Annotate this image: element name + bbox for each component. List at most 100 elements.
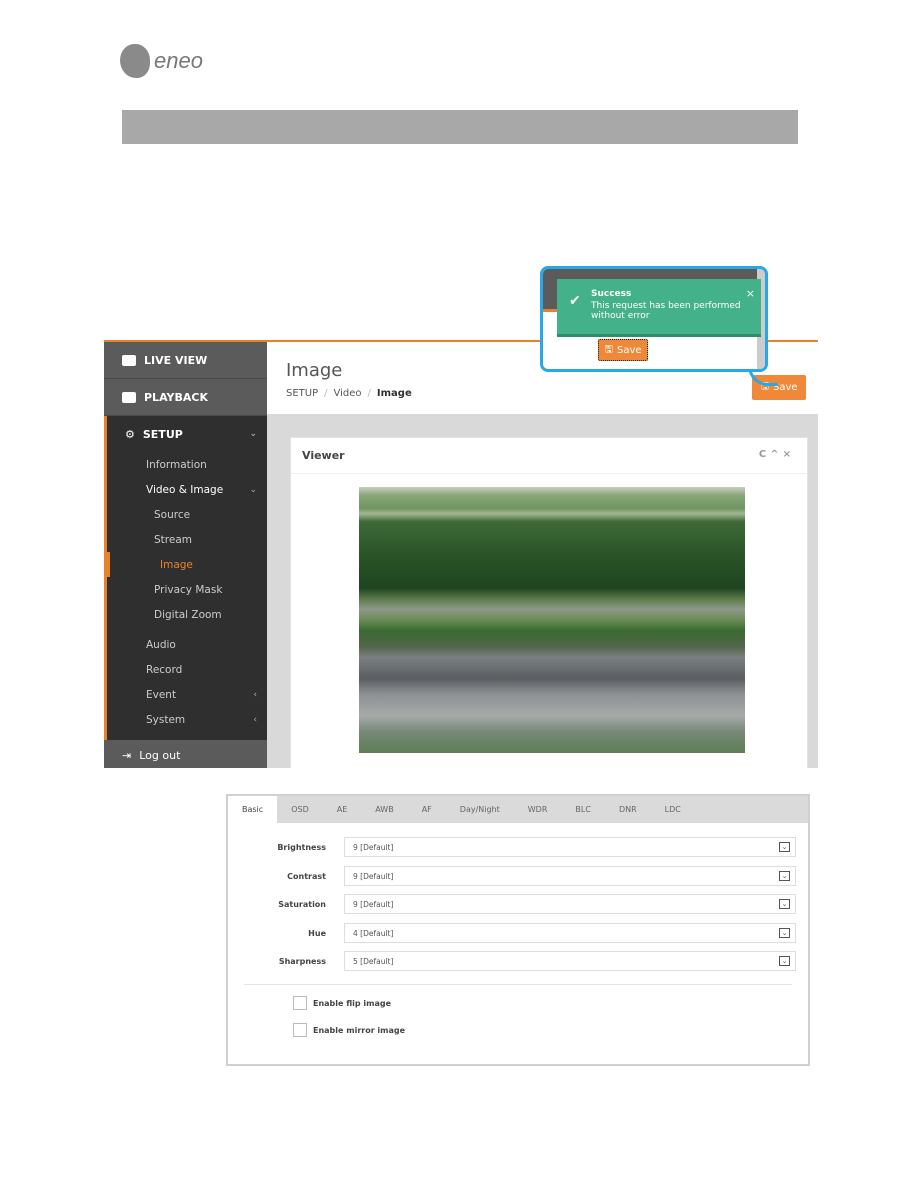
sidebar-item-record[interactable]: Record [107,657,267,682]
camera-image [359,487,745,753]
eneo-logo: eneo [120,44,203,78]
film-icon [122,391,136,403]
label: SETUP [142,427,183,441]
field-label: Saturation [278,899,326,909]
value: 4 [Default] [353,929,394,938]
value: 9 [Default] [353,872,394,881]
sidebar-item-information[interactable]: Information [107,452,267,477]
viewer-title: Viewer [302,449,345,462]
tab-ae[interactable]: AE [323,796,362,823]
tab-ldc[interactable]: LDC [651,796,695,823]
logout-button[interactable]: ⇥ Log out [104,740,267,768]
brightness-select[interactable]: 9 [Default] ⌄ [344,837,796,857]
chevron-down-icon: ⌄ [779,842,790,852]
sidebar-item-source[interactable]: Source [107,502,267,527]
breadcrumb-video[interactable]: Video [334,388,362,399]
tab-osd[interactable]: OSD [277,796,323,823]
label: Video & Image [146,483,224,496]
tab-blc[interactable]: BLC [561,796,605,823]
mirror-image-checkbox[interactable]: Enable mirror image [293,1023,405,1037]
chevron-left-icon: ‹ [253,689,257,700]
sidebar-item-video-image[interactable]: Video & Image ⌄ [107,477,267,502]
toast-message: This request has been performed without … [591,301,741,321]
checkbox[interactable] [293,996,307,1010]
gears-icon: ⚙ [125,427,135,441]
main-content: Image SETUP / Video / Image 🖫 Save Viewer C^× [267,342,818,768]
flip-image-checkbox[interactable]: Enable flip image [293,996,391,1010]
success-toast: ✔ Success This request has been performe… [557,279,761,337]
chevron-down-icon: ⌄ [249,484,257,495]
chevron-down-icon: ⌄ [779,871,790,881]
save-button-focused[interactable]: 🖫 Save [598,339,648,361]
chevron-down-icon: ⌄ [779,956,790,966]
contrast-select[interactable]: 9 [Default] ⌄ [344,866,796,886]
label: Save [616,344,642,356]
value: 9 [Default] [353,900,394,909]
refresh-icon[interactable]: C [759,449,770,460]
tab-bar: Basic OSD AE AWB AF Day/Night WDR BLC DN… [228,796,808,823]
breadcrumb-image: Image [376,388,412,399]
hue-select[interactable]: 4 [Default] ⌄ [344,923,796,943]
tab-basic[interactable]: Basic [228,796,278,823]
breadcrumb-setup[interactable]: SETUP [286,388,318,399]
callout-zoom: ✔ Success This request has been performe… [540,266,768,372]
breadcrumb: SETUP / Video / Image [286,388,412,399]
field-label: Brightness [277,842,326,852]
checkbox[interactable] [293,1023,307,1037]
tab-awb[interactable]: AWB [361,796,407,823]
label: Enable mirror image [313,1025,406,1035]
label: System [146,713,186,726]
field-label: Contrast [287,871,326,881]
brightness-row: Brightness 9 [Default] ⌄ [228,837,808,857]
value: 5 [Default] [353,957,394,966]
active-indicator [104,552,110,577]
hue-row: Hue 4 [Default] ⌄ [228,923,808,943]
label: PLAYBACK [144,390,208,404]
sidebar: LIVE VIEW PLAYBACK ⚙ SETUP ⌄ Information V… [104,342,267,768]
contrast-row: Contrast 9 [Default] ⌄ [228,866,808,886]
collapse-icon[interactable]: ^ [770,449,782,460]
sidebar-item-setup[interactable]: ⚙ SETUP ⌄ [107,416,267,452]
sidebar-item-digital-zoom[interactable]: Digital Zoom [107,602,267,627]
sidebar-item-audio[interactable]: Audio [107,632,267,657]
field-label: Hue [308,928,326,938]
chevron-down-icon: ⌄ [779,928,790,938]
value: 9 [Default] [353,843,394,852]
logo-text: eneo [154,48,203,73]
chevron-down-icon: ⌄ [249,429,257,439]
tab-day-night[interactable]: Day/Night [446,796,514,823]
floppy-icon: 🖫 [604,343,613,355]
label: Enable flip image [313,998,392,1008]
checkmark-icon: ✔ [569,293,581,309]
saturation-row: Saturation 9 [Default] ⌄ [228,894,808,914]
label: Event [146,688,177,701]
label: Image [160,558,193,571]
sidebar-item-playback[interactable]: PLAYBACK [104,379,267,416]
sidebar-item-privacy-mask[interactable]: Privacy Mask [107,577,267,602]
sidebar-item-system[interactable]: System ‹ [107,707,267,732]
sidebar-item-stream[interactable]: Stream [107,527,267,552]
chevron-down-icon: ⌄ [779,899,790,909]
saturation-select[interactable]: 9 [Default] ⌄ [344,894,796,914]
page-title: Image [286,360,343,381]
label: Log out [139,748,181,762]
sidebar-item-image[interactable]: Image [104,552,267,577]
section-header-bar [122,110,798,144]
web-ui-screenshot: LIVE VIEW PLAYBACK ⚙ SETUP ⌄ Information V… [104,340,818,768]
chevron-left-icon: ‹ [253,714,257,725]
close-icon[interactable]: × [783,449,795,460]
label: LIVE VIEW [144,353,208,367]
sidebar-item-live-view[interactable]: LIVE VIEW [104,342,267,379]
logout-icon: ⇥ [122,748,132,762]
viewer-panel: Viewer C^× [290,437,808,768]
setup-section: ⚙ SETUP ⌄ Information Video & Image ⌄ Sourc… [104,416,267,740]
video-camera-icon [122,354,136,366]
tab-wdr[interactable]: WDR [514,796,562,823]
close-icon[interactable]: × [746,287,755,300]
tab-af[interactable]: AF [408,796,446,823]
sharpness-select[interactable]: 5 [Default] ⌄ [344,951,796,971]
tab-dnr[interactable]: DNR [605,796,651,823]
toast-title: Success [591,289,632,299]
field-label: Sharpness [278,956,326,966]
sidebar-item-event[interactable]: Event ‹ [107,682,267,707]
